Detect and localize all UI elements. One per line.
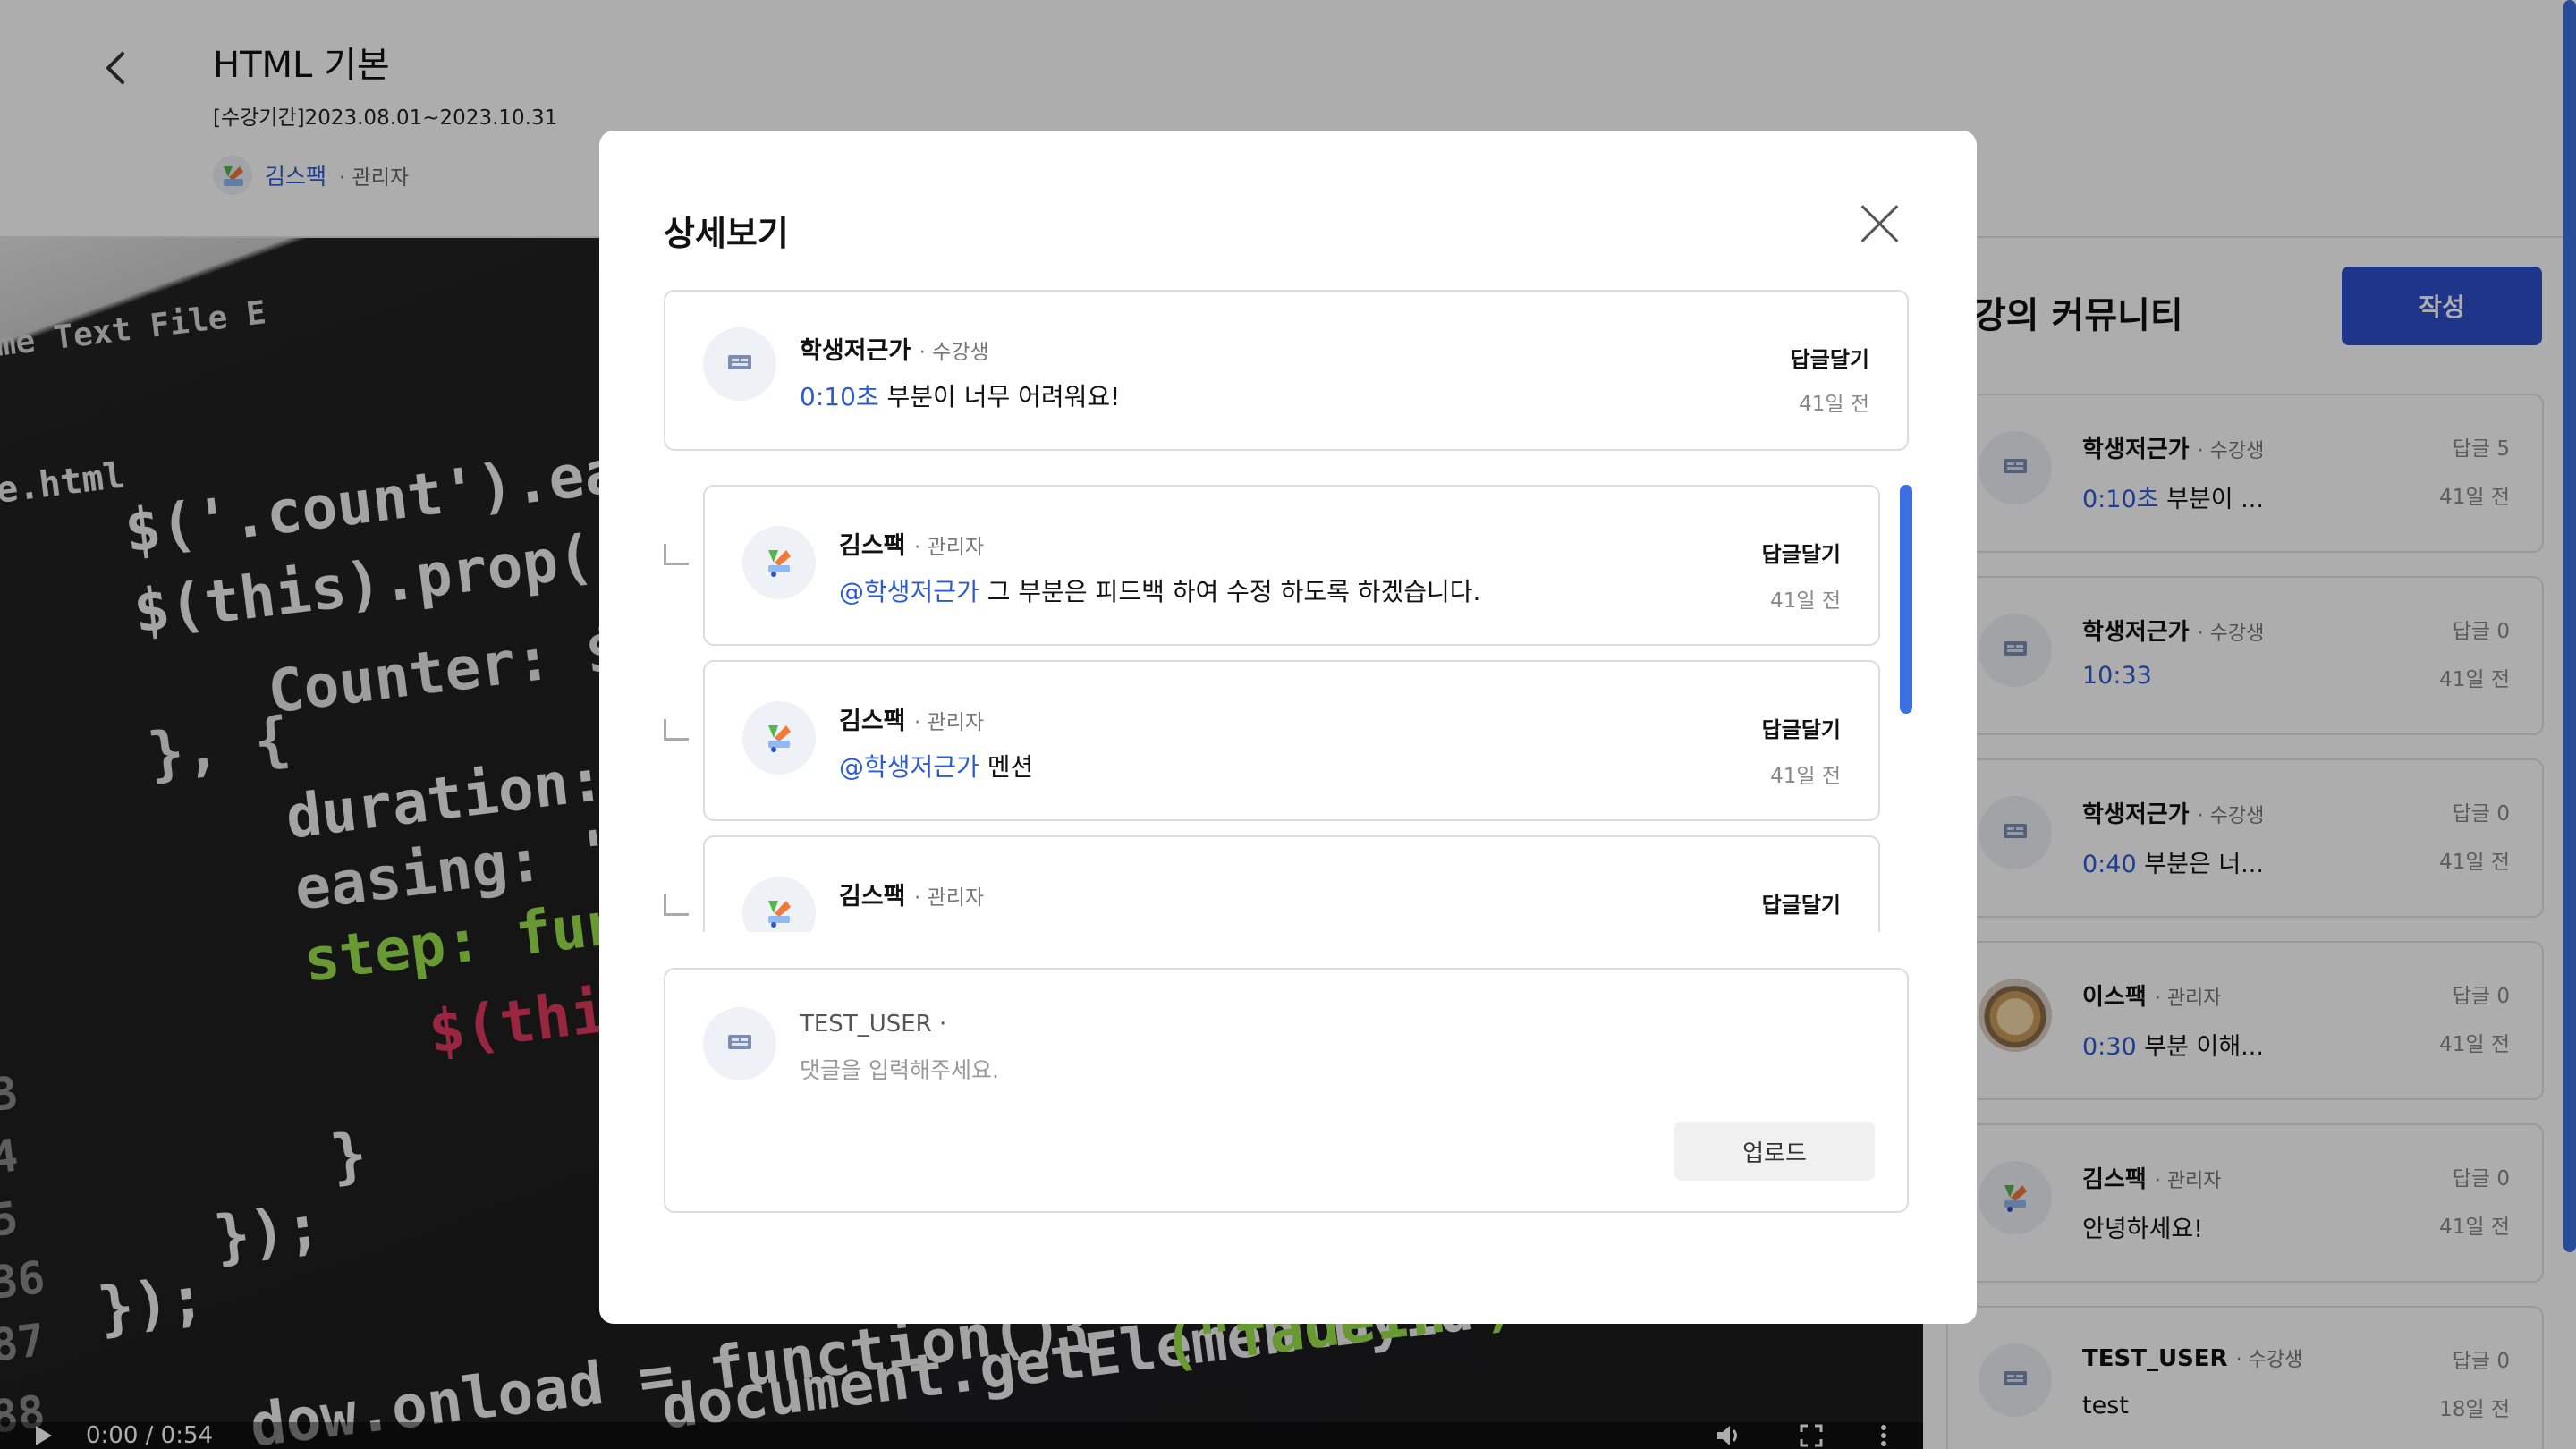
composer-username: TEST_USER · — [800, 1011, 947, 1038]
brand-logo-icon — [759, 716, 799, 759]
detail-modal: 상세보기 학생저근가 · 수강생 0:10초 부분이 너무 어려워요! 답글달기… — [599, 131, 1977, 1324]
reply-button[interactable]: 답글달기 — [1762, 712, 1841, 743]
upload-button[interactable]: 업로드 — [1674, 1122, 1875, 1181]
reply-arrow-icon — [664, 544, 689, 565]
reply-author: 김스팩 · 관리자 — [839, 701, 984, 736]
author-name: 김스팩 — [839, 532, 906, 560]
reply-item: 김스팩 · 관리자 @학생저근가 그 부분은 피드백 하여 수정 하도록 하겠습니… — [664, 485, 1880, 646]
author-role: · 수강생 — [919, 341, 989, 364]
avatar — [703, 327, 776, 401]
reply-arrow-icon — [664, 719, 689, 741]
avatar — [742, 526, 816, 599]
comment-composer: TEST_USER · 업로드 — [664, 968, 1909, 1213]
avatar — [703, 1007, 776, 1080]
reply-button[interactable]: 답글달기 — [1791, 342, 1869, 373]
avatar — [742, 877, 816, 932]
author-role: · 관리자 — [913, 886, 985, 910]
reply-card: 김스팩 · 관리자 @학생저근가 멘션 답글달기 41일 전 — [703, 660, 1880, 821]
reply-date: 41일 전 — [1770, 765, 1841, 788]
replies-list[interactable]: 김스팩 · 관리자 @학생저근가 그 부분은 피드백 하여 수정 하도록 하겠습니… — [664, 485, 1916, 932]
reply-author: 김스팩 · 관리자 — [839, 877, 984, 911]
reply-date: 41일 전 — [1770, 589, 1841, 613]
modal-title: 상세보기 — [664, 214, 789, 253]
comment-body: 0:10초 부분이 너무 어려워요! — [800, 377, 1120, 413]
default-avatar-icon — [726, 1031, 753, 1056]
reply-card: 김스팩 · 관리자 답글달기 — [703, 835, 1880, 932]
reply-card: 김스팩 · 관리자 @학생저근가 그 부분은 피드백 하여 수정 하도록 하겠습니… — [703, 485, 1880, 646]
reply-item: 김스팩 · 관리자 @학생저근가 멘션 답글달기 41일 전 — [664, 660, 1880, 821]
reply-text: 멘션 — [979, 752, 1034, 782]
default-avatar-icon — [726, 352, 753, 377]
author-name: 김스팩 — [839, 708, 906, 735]
comment-input[interactable] — [800, 1050, 1828, 1089]
reply-button[interactable]: 답글달기 — [1762, 537, 1841, 568]
timestamp-link[interactable]: 0:10초 — [800, 382, 879, 411]
reply-item: 김스팩 · 관리자 답글달기 — [664, 835, 1880, 932]
reply-arrow-icon — [664, 894, 689, 916]
author-name: 학생저근가 — [800, 337, 911, 365]
brand-logo-icon — [759, 892, 799, 932]
reply-button[interactable]: 답글달기 — [1762, 887, 1841, 919]
avatar — [742, 701, 816, 775]
reply-text: 그 부분은 피드백 하여 수정 하도록 하겠습니다. — [979, 577, 1481, 606]
reply-author: 김스팩 · 관리자 — [839, 526, 984, 561]
reply-body: @학생저근가 그 부분은 피드백 하여 수정 하도록 하겠습니다. — [839, 572, 1480, 608]
close-icon[interactable] — [1860, 204, 1900, 243]
mention-link[interactable]: @학생저근가 — [839, 752, 979, 782]
comment-text: 부분이 너무 어려워요! — [878, 382, 1121, 411]
mention-link[interactable]: @학생저근가 — [839, 577, 979, 606]
brand-logo-icon — [759, 541, 799, 584]
author-name: 김스팩 — [839, 883, 906, 911]
comment-author: 학생저근가 · 수강생 — [800, 331, 989, 366]
author-role: · 관리자 — [913, 711, 985, 734]
reply-body: @학생저근가 멘션 — [839, 748, 1033, 784]
author-role: · 관리자 — [913, 536, 985, 559]
main-comment: 학생저근가 · 수강생 0:10초 부분이 너무 어려워요! 답글달기 41일 … — [664, 290, 1909, 451]
comment-date: 41일 전 — [1799, 393, 1869, 416]
replies-scrollbar[interactable] — [1900, 485, 1912, 714]
